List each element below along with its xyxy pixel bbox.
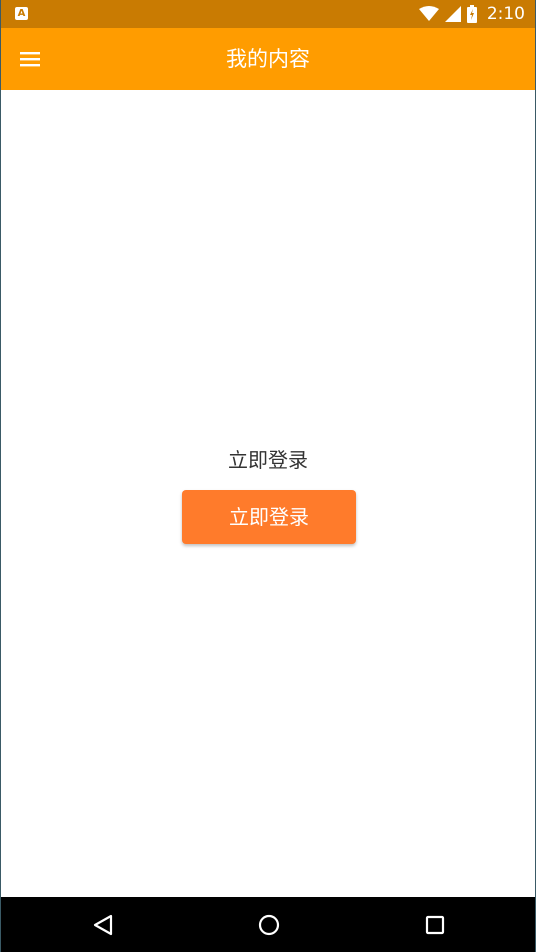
status-icons: 2:10 <box>418 0 525 28</box>
menu-icon <box>20 52 40 67</box>
screen: A 2:10 我的内容 立即登录 立即登录 <box>0 0 536 952</box>
status-bar: A 2:10 <box>1 0 535 28</box>
recents-icon <box>425 915 445 934</box>
back-icon <box>93 914 113 935</box>
menu-button[interactable] <box>11 39 51 79</box>
main-content: 立即登录 立即登录 <box>1 90 535 897</box>
login-button[interactable]: 立即登录 <box>182 490 356 544</box>
notification-icon: A <box>15 7 28 20</box>
back-button[interactable] <box>73 897 133 952</box>
page-title: 我的内容 <box>226 47 310 71</box>
recents-button[interactable] <box>405 897 465 952</box>
app-bar: 我的内容 <box>1 28 535 90</box>
home-button[interactable] <box>239 897 299 952</box>
status-time: 2:10 <box>486 4 525 24</box>
navigation-bar <box>1 897 535 952</box>
battery-icon <box>466 5 477 23</box>
home-icon <box>258 914 280 935</box>
signal-icon <box>444 6 461 22</box>
wifi-icon <box>418 6 439 21</box>
login-prompt-text: 立即登录 <box>228 448 308 472</box>
